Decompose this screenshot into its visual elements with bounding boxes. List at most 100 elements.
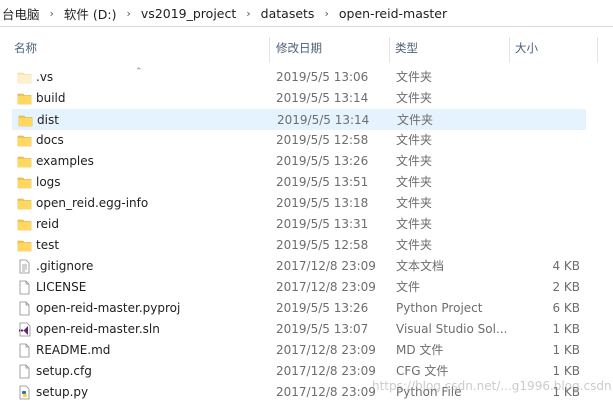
file-name: open-reid-master.sln bbox=[36, 322, 160, 336]
file-row[interactable]: .gitignore 2017/12/8 23:09 文本文档 4 KB bbox=[12, 256, 586, 277]
file-type: 文件夹 bbox=[396, 154, 433, 168]
address-bar[interactable]: 台电脑 › 软件 (D:) › vs2019_project › datasets › open… bbox=[0, 0, 613, 27]
folder-icon bbox=[17, 238, 32, 253]
file-row[interactable]: logs 2019/5/5 13:51 文件夹 bbox=[12, 172, 586, 193]
folder-icon bbox=[17, 196, 32, 211]
file-type: Visual Studio Sol... bbox=[396, 322, 508, 336]
file-date: 2019/5/5 13:07 bbox=[276, 322, 369, 336]
file-date: 2017/12/8 23:09 bbox=[276, 259, 376, 273]
file-row[interactable]: examples 2019/5/5 13:26 文件夹 bbox=[12, 151, 586, 172]
file-row[interactable]: open-reid-master.sln 2019/5/5 13:07 Visual… bbox=[12, 319, 586, 340]
file-date: 2019/5/5 13:26 bbox=[276, 301, 369, 315]
file-name: dist bbox=[37, 113, 59, 127]
file-name: LICENSE bbox=[36, 280, 87, 294]
file-type: Python File bbox=[396, 385, 462, 399]
file-icon bbox=[17, 364, 32, 379]
file-name: setup.cfg bbox=[36, 364, 92, 378]
column-name-header[interactable]: 名称 bbox=[14, 37, 37, 59]
file-row[interactable]: test 2019/5/5 12:58 文件夹 bbox=[12, 235, 586, 256]
folder-icon bbox=[17, 154, 32, 169]
file-name: .gitignore bbox=[36, 259, 94, 273]
file-date: 2019/5/5 13:31 bbox=[276, 217, 369, 231]
chevron-right-icon[interactable]: › bbox=[119, 7, 139, 20]
column-date-header[interactable]: 修改日期 bbox=[276, 37, 322, 59]
file-type: 文件夹 bbox=[396, 175, 433, 189]
file-date: 2017/12/8 23:09 bbox=[276, 364, 376, 378]
file-name: open-reid-master.pyproj bbox=[36, 301, 181, 315]
file-row[interactable]: dist 2019/5/5 13:14 文件夹 bbox=[12, 109, 586, 130]
file-row[interactable]: setup.py 2017/12/8 23:09 Python File 1 KB bbox=[12, 382, 586, 403]
file-type: 文件 bbox=[396, 280, 421, 294]
chevron-right-icon[interactable]: › bbox=[238, 7, 258, 20]
file-date: 2017/12/8 23:09 bbox=[276, 385, 376, 399]
file-type: Python Project bbox=[396, 301, 483, 315]
file-type: MD 文件 bbox=[396, 343, 444, 357]
file-row[interactable]: docs 2019/5/5 12:58 文件夹 bbox=[12, 130, 586, 151]
file-size: 1 KB bbox=[552, 322, 580, 336]
column-divider[interactable] bbox=[509, 37, 510, 63]
chevron-right-icon[interactable]: › bbox=[316, 7, 336, 20]
file-size: 1 KB bbox=[552, 385, 580, 399]
folder-icon bbox=[17, 91, 32, 106]
text-file-icon bbox=[17, 259, 32, 274]
file-date: 2017/12/8 23:09 bbox=[276, 343, 376, 357]
column-size-header[interactable]: 大小 bbox=[515, 37, 538, 59]
folder-icon bbox=[17, 217, 32, 232]
column-divider[interactable] bbox=[389, 37, 390, 63]
file-date: 2019/5/5 12:58 bbox=[276, 238, 369, 252]
breadcrumb-item[interactable]: open-reid-master bbox=[337, 6, 449, 21]
breadcrumb-item[interactable]: datasets bbox=[259, 6, 317, 21]
file-name: test bbox=[36, 238, 60, 252]
python-file-icon bbox=[17, 385, 32, 400]
file-type: 文本文档 bbox=[396, 259, 445, 273]
file-date: 2017/12/8 23:09 bbox=[276, 280, 376, 294]
breadcrumb-item[interactable]: 台电脑 bbox=[0, 4, 42, 23]
file-name: .vs bbox=[36, 70, 54, 84]
file-size: 4 KB bbox=[552, 259, 580, 273]
file-icon bbox=[17, 343, 32, 358]
vs-solution-icon bbox=[17, 322, 32, 337]
file-row[interactable]: open-reid-master.pyproj 2019/5/5 13:26 Pyt… bbox=[12, 298, 586, 319]
folder-hidden-icon bbox=[17, 70, 32, 85]
breadcrumb-item[interactable]: 软件 (D:) bbox=[62, 4, 119, 23]
file-row[interactable]: setup.cfg 2017/12/8 23:09 CFG 文件 1 KB bbox=[12, 361, 586, 382]
folder-icon bbox=[17, 133, 32, 148]
file-row[interactable]: LICENSE 2017/12/8 23:09 文件 2 KB bbox=[12, 277, 586, 298]
file-type: CFG 文件 bbox=[396, 364, 449, 378]
file-row[interactable]: open_reid.egg-info 2019/5/5 13:18 文件夹 bbox=[12, 193, 586, 214]
file-name: docs bbox=[36, 133, 64, 147]
file-type: 文件夹 bbox=[396, 217, 433, 231]
folder-icon bbox=[18, 113, 33, 128]
file-row[interactable]: reid 2019/5/5 13:31 文件夹 bbox=[12, 214, 586, 235]
file-row[interactable]: build 2019/5/5 13:14 文件夹 bbox=[12, 88, 586, 109]
column-header: ⌃ 名称 修改日期 类型 大小 bbox=[0, 37, 613, 77]
file-row[interactable]: .vs 2019/5/5 13:06 文件夹 bbox=[12, 67, 586, 88]
folder-icon bbox=[17, 175, 32, 190]
column-divider[interactable] bbox=[269, 37, 270, 63]
file-name: setup.py bbox=[36, 385, 89, 399]
file-name: logs bbox=[36, 175, 61, 189]
file-date: 2019/5/5 13:51 bbox=[276, 175, 369, 189]
file-type: 文件夹 bbox=[396, 91, 433, 105]
file-name: reid bbox=[36, 217, 60, 231]
file-date: 2019/5/5 12:58 bbox=[276, 133, 369, 147]
file-name: examples bbox=[36, 154, 94, 168]
file-size: 2 KB bbox=[552, 280, 580, 294]
file-type: 文件夹 bbox=[396, 238, 433, 252]
file-name: open_reid.egg-info bbox=[36, 196, 149, 210]
file-name: build bbox=[36, 91, 66, 105]
column-divider[interactable] bbox=[597, 37, 598, 63]
file-date: 2019/5/5 13:06 bbox=[276, 70, 369, 84]
file-icon bbox=[17, 301, 32, 316]
file-name: README.md bbox=[36, 343, 111, 357]
file-type: 文件夹 bbox=[397, 113, 434, 127]
breadcrumb-item[interactable]: vs2019_project bbox=[139, 6, 238, 21]
column-type-header[interactable]: 类型 bbox=[395, 37, 418, 59]
file-type: 文件夹 bbox=[396, 70, 433, 84]
file-row[interactable]: README.md 2017/12/8 23:09 MD 文件 1 KB bbox=[12, 340, 586, 361]
file-date: 2019/5/5 13:14 bbox=[276, 91, 369, 105]
chevron-right-icon[interactable]: › bbox=[42, 7, 62, 20]
file-size: 1 KB bbox=[552, 364, 580, 378]
file-date: 2019/5/5 13:14 bbox=[277, 113, 370, 127]
file-icon bbox=[17, 280, 32, 295]
